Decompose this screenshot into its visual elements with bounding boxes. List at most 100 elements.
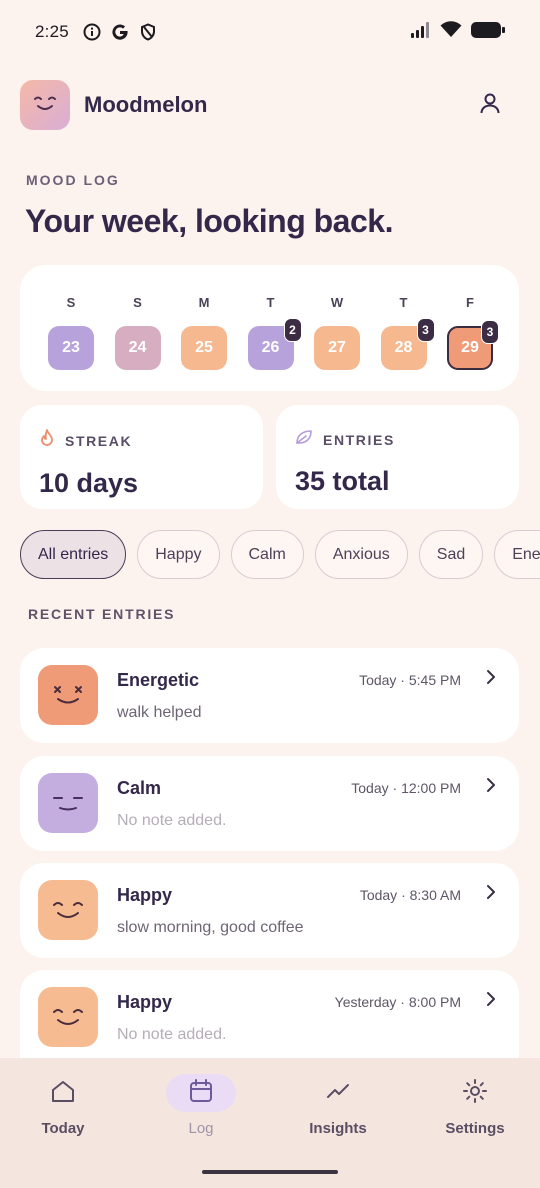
entry-card[interactable]: Happy Yesterday · 8:00 PM No note added. [20, 970, 519, 1058]
day-column: S 23 [48, 265, 94, 391]
gear-icon [462, 1078, 488, 1109]
day-column: T 28 3 [380, 265, 435, 391]
streak-value: 10 days [39, 468, 139, 498]
nav-today[interactable]: Today [3, 1074, 123, 1154]
entry-note: walk helped [117, 704, 202, 721]
entry-card[interactable]: Energetic Today · 5:45 PM walk helped [20, 648, 519, 743]
bottom-nav: Today Log Insights Settings [0, 1058, 540, 1188]
calendar-icon [188, 1078, 214, 1109]
day-letter: S [133, 295, 142, 310]
person-icon [478, 91, 502, 120]
nav-log[interactable]: Log [141, 1074, 261, 1154]
chip-sad[interactable]: Sad [418, 530, 484, 579]
chevron-right-icon [485, 883, 497, 906]
leaf-icon [295, 429, 313, 450]
chip-anxious[interactable]: Anxious [314, 530, 408, 579]
home-icon [50, 1079, 76, 1108]
streak-card: STREAK 10 days [20, 405, 263, 509]
page-title: Your week, looking back. [25, 203, 393, 239]
entries-label: ENTRIES [323, 431, 395, 448]
day-column: F 29 3 [447, 265, 499, 391]
flame-icon [39, 429, 55, 452]
entry-card[interactable]: Happy Today · 8:30 AM slow morning, good… [20, 863, 519, 958]
entry-note: No note added. [117, 812, 227, 829]
entry-mood: Happy [117, 885, 173, 905]
nav-settings[interactable]: Settings [415, 1074, 535, 1154]
day-letter: T [266, 295, 275, 310]
week-strip: S 23 S 24 M 25 T 26 2 W 27 T 28 3 F 29 3 [20, 265, 519, 391]
day-tile[interactable]: 28 3 [380, 318, 435, 370]
nav-icon-wrap [166, 1074, 236, 1112]
happy-face-icon [38, 880, 98, 940]
chevron-right-icon [485, 668, 497, 691]
day-letter: M [198, 295, 210, 310]
nav-label: Insights [309, 1120, 367, 1137]
entry-note: slow morning, good coffee [117, 919, 304, 936]
day-date: 23 [62, 339, 80, 356]
entry-mood: Happy [117, 992, 173, 1012]
entry-time: Yesterday · 8:00 PM [334, 994, 461, 1010]
entry-note: No note added. [117, 1026, 227, 1043]
chip-happy[interactable]: Happy [137, 530, 220, 579]
nav-icon-wrap [28, 1074, 98, 1112]
day-date: 24 [128, 339, 147, 356]
day-tile[interactable]: 27 [314, 326, 360, 370]
day-tile-selected[interactable]: 29 3 [447, 320, 499, 370]
day-column: M 25 [181, 265, 227, 391]
entry-card[interactable]: Calm Today · 12:00 PM No note added. [20, 756, 519, 851]
shield-icon [139, 23, 157, 41]
wifi-icon [440, 21, 462, 43]
nav-insights[interactable]: Insights [278, 1074, 398, 1154]
recent-entries-label: RECENT ENTRIES [28, 606, 176, 622]
battery-icon [470, 21, 506, 44]
day-column: S 24 [114, 265, 161, 391]
day-date: 25 [195, 339, 213, 356]
energetic-face-icon [38, 665, 98, 725]
day-date: 28 [394, 339, 413, 356]
day-date: 27 [328, 339, 346, 356]
app-header: Moodmelon [20, 80, 520, 130]
chip-energetic[interactable]: Energetic [494, 530, 540, 579]
info-icon [83, 23, 101, 41]
entry-time: Today · 5:45 PM [359, 672, 461, 688]
day-column: W 27 [314, 265, 360, 391]
calm-face-icon [38, 773, 98, 833]
app-logo [20, 80, 70, 130]
status-right [410, 21, 506, 44]
entry-count-badge: 3 [416, 318, 435, 342]
nav-icon-wrap [440, 1074, 510, 1112]
entry-time: Today · 12:00 PM [351, 780, 461, 796]
chevron-right-icon [485, 776, 497, 799]
chip-all-entries[interactable]: All entries [20, 530, 127, 579]
smile-face-icon [30, 91, 60, 120]
streak-label-row: STREAK [39, 429, 263, 452]
entry-time: Today · 8:30 AM [359, 887, 461, 903]
day-tile[interactable]: 23 [48, 326, 94, 370]
entry-mood: Energetic [117, 670, 200, 690]
nav-label: Today [41, 1120, 85, 1137]
entries-card: ENTRIES 35 total [276, 405, 519, 509]
entries-value: 35 total [295, 466, 390, 496]
chevron-right-icon [485, 990, 497, 1013]
day-letter: S [66, 295, 76, 310]
day-tile[interactable]: 26 2 [247, 318, 302, 370]
streak-label: STREAK [65, 432, 133, 449]
entries-label-row: ENTRIES [295, 429, 519, 450]
day-date: 26 [261, 339, 280, 356]
app-name: Moodmelon [84, 92, 208, 117]
day-letter: T [399, 295, 408, 310]
signal-icon [410, 21, 432, 43]
day-tile[interactable]: 24 [114, 326, 161, 370]
profile-button[interactable] [470, 85, 510, 125]
google-icon [111, 23, 129, 41]
day-letter: W [330, 295, 344, 310]
entry-count-badge: 3 [481, 320, 499, 344]
trend-icon [325, 1080, 351, 1107]
day-tile[interactable]: 25 [181, 326, 227, 370]
chip-calm[interactable]: Calm [230, 530, 304, 579]
nav-label: Log [188, 1120, 214, 1137]
happy-face-icon [38, 987, 98, 1047]
nav-icon-wrap [303, 1074, 373, 1112]
nav-label: Settings [445, 1120, 505, 1137]
entry-count-badge: 2 [283, 318, 302, 342]
